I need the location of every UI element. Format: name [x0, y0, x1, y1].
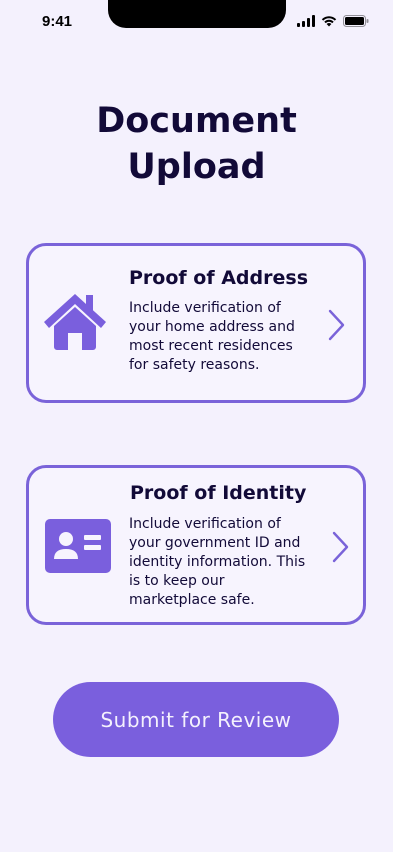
chevron-right-icon[interactable]: [327, 309, 345, 341]
card-description: Include verification of your home addres…: [129, 300, 295, 373]
camera-notch: [108, 0, 286, 28]
submit-for-review-button[interactable]: Submit for Review: [53, 682, 339, 757]
status-time: 9:41: [42, 13, 73, 30]
page-title-line-1: Document: [96, 101, 297, 141]
status-bar: 9:41: [0, 0, 393, 46]
house-icon: [44, 294, 106, 350]
cellular-signal-icon: [297, 15, 315, 27]
id-card-icon: [45, 519, 111, 573]
card-title: Proof of Address: [129, 267, 308, 289]
status-icons: [297, 14, 369, 28]
document-upload-screen: 9:41 Document Upload Proof of Address In…: [0, 0, 393, 852]
proof-of-identity-card[interactable]: Proof of Identity Include verification o…: [26, 465, 366, 625]
page-title-line-2: Upload: [127, 147, 266, 187]
wifi-icon: [321, 16, 337, 27]
page-title: Document Upload: [0, 98, 393, 190]
card-description: Include verification of your government …: [129, 516, 306, 608]
battery-icon: [343, 15, 369, 27]
card-title: Proof of Identity: [130, 482, 307, 504]
chevron-right-icon[interactable]: [331, 531, 349, 563]
proof-of-address-card[interactable]: Proof of Address Include verification of…: [26, 243, 366, 403]
